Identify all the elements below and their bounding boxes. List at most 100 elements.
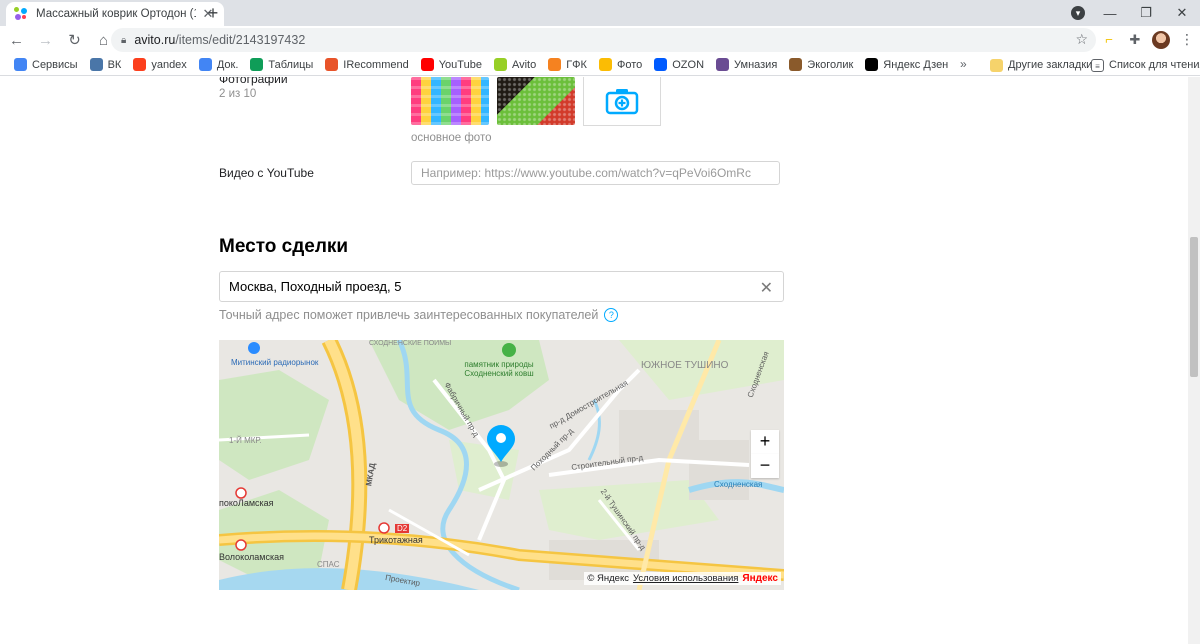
bookmark-label: IRecommend bbox=[343, 58, 409, 71]
youtube-url-placeholder: Например: https://www.youtube.com/watch?… bbox=[421, 166, 751, 180]
bookmark-label: yandex bbox=[151, 58, 187, 71]
tab-title: Массажный коврик Ортодон (1 bbox=[36, 8, 196, 20]
bookmark-label: ГФК bbox=[566, 58, 587, 71]
map-terms-link[interactable]: Условия использования bbox=[633, 573, 738, 584]
map-label-market: Митинский радиорынок bbox=[231, 358, 319, 367]
map-label-pokolamskaya: покоЛамская bbox=[219, 498, 274, 508]
browser-tab-active[interactable]: Массажный коврик Ортодон (1 ✕ bbox=[6, 2, 224, 26]
bookmark-label: Avito bbox=[511, 58, 537, 71]
map-label-spas: СПАС bbox=[317, 560, 340, 569]
address-hint-text: Точный адрес поможет привлечь заинтересо… bbox=[219, 308, 599, 322]
page-content: Фотографии 2 из 10 основное фото Видео с… bbox=[0, 77, 1200, 644]
photo-thumbnail-1[interactable] bbox=[411, 77, 489, 125]
bookmark-item[interactable]: ГФК bbox=[542, 58, 593, 71]
reading-list[interactable]: ≡ Список для чтения bbox=[1085, 54, 1200, 76]
minimize-icon[interactable]: — bbox=[1092, 6, 1128, 21]
maximize-icon[interactable]: ❐ bbox=[1128, 5, 1164, 21]
browser-toolbar: ← → ↻ ⌂ 🔒︎ avito.ru/items/edit/214319743… bbox=[0, 26, 1200, 54]
clear-address-icon[interactable]: ✕ bbox=[760, 278, 773, 298]
zoom-in-button[interactable]: + bbox=[751, 430, 779, 454]
page-scrollbar[interactable] bbox=[1188, 77, 1200, 644]
ozon-icon bbox=[654, 58, 668, 71]
umnazia-icon bbox=[716, 58, 730, 71]
add-photo-button[interactable] bbox=[583, 77, 661, 126]
map-label-mkr: 1-Й МКР. bbox=[229, 436, 262, 445]
bookmark-item[interactable]: Умназия bbox=[710, 58, 783, 71]
apps-grid-icon bbox=[14, 58, 27, 71]
bookmark-item[interactable]: Яндекс Дзен bbox=[859, 58, 954, 71]
map-label-trikotazhnaya: Трикотажная bbox=[369, 535, 423, 545]
window-controls: — ❐ ✕ bbox=[1092, 0, 1200, 26]
bookmarks-bar: Сервисы ВК yandex Док. Таблицы IRecommend YouT… bbox=[0, 54, 1200, 76]
bookmark-item[interactable]: YouTube bbox=[415, 58, 488, 71]
bookmark-item[interactable]: IRecommend bbox=[319, 58, 414, 71]
bookmark-label: ВК bbox=[107, 58, 122, 71]
bookmark-item[interactable]: Таблицы bbox=[244, 58, 319, 71]
back-icon[interactable]: ← bbox=[4, 28, 29, 53]
bookmark-star-icon[interactable]: ☆ bbox=[1075, 31, 1088, 48]
new-tab-button[interactable]: + bbox=[202, 2, 224, 24]
photos-label: Фотографии bbox=[219, 77, 288, 86]
bookmark-label: OZON bbox=[672, 58, 705, 71]
bookmark-item[interactable]: yandex bbox=[127, 58, 192, 71]
reload-icon[interactable]: ↻ bbox=[62, 28, 87, 53]
bookmark-label: Таблицы bbox=[268, 58, 314, 71]
location-map[interactable]: Митинский радиорынок памятник природы Сх… bbox=[219, 340, 784, 590]
close-window-icon[interactable]: ✕ bbox=[1164, 5, 1200, 21]
camera-plus-icon bbox=[605, 89, 639, 115]
sheets-icon bbox=[250, 58, 264, 71]
main-photo-caption: основное фото bbox=[411, 132, 492, 144]
youtube-url-input[interactable]: Например: https://www.youtube.com/watch?… bbox=[411, 161, 780, 185]
map-label-district: ЮЖНОЕ ТУШИНО bbox=[641, 360, 729, 371]
bookmark-item[interactable]: Экоголик bbox=[783, 58, 859, 71]
gfk-icon bbox=[548, 58, 562, 71]
yandex-icon bbox=[133, 58, 147, 71]
lock-icon: 🔒︎ bbox=[121, 34, 127, 46]
other-bookmarks[interactable]: Другие закладки bbox=[984, 54, 1098, 76]
profile-menu-icon[interactable]: ▾ bbox=[1071, 6, 1085, 20]
reading-list-icon: ≡ bbox=[1091, 58, 1104, 72]
bookmark-item[interactable]: Док. bbox=[193, 58, 245, 71]
map-label-floodplains: СХОДНЕНСКИЕ ПОЙМЫ bbox=[369, 340, 452, 347]
extensions-puzzle-icon[interactable]: ✚ bbox=[1126, 31, 1144, 49]
avatar[interactable] bbox=[1152, 31, 1170, 49]
bookmark-label: Умназия bbox=[734, 58, 778, 71]
ekogolik-icon bbox=[789, 58, 803, 71]
extension-yellow-icon[interactable]: ⌐ bbox=[1100, 31, 1118, 49]
bookmark-item[interactable]: Avito bbox=[488, 58, 542, 71]
address-hint: Точный адрес поможет привлечь заинтересо… bbox=[219, 308, 619, 322]
zoom-out-button[interactable]: − bbox=[751, 454, 779, 478]
bookmark-list: Сервисы ВК yandex Док. Таблицы IRecommend YouT… bbox=[0, 58, 954, 71]
deal-place-title: Место сделки bbox=[219, 236, 349, 257]
map-copyright: © Яндекс bbox=[587, 573, 629, 584]
address-value: Москва, Походный проезд, 5 bbox=[229, 279, 402, 294]
reading-list-label: Список для чтения bbox=[1109, 59, 1200, 71]
help-icon[interactable]: ? bbox=[604, 308, 619, 322]
zen-icon bbox=[865, 58, 879, 71]
photo-thumbnail-2[interactable] bbox=[497, 77, 575, 125]
irecommend-icon bbox=[325, 58, 339, 71]
bookmark-item[interactable]: ВК bbox=[84, 58, 128, 71]
bookmark-label: Экоголик bbox=[807, 58, 854, 71]
bookmark-item[interactable]: Сервисы bbox=[8, 58, 84, 71]
url-host: avito.ru bbox=[134, 33, 176, 47]
photos-count: 2 из 10 bbox=[219, 88, 257, 100]
folder-icon bbox=[990, 58, 1003, 72]
address-input[interactable]: Москва, Походный проезд, 5 ✕ bbox=[219, 271, 784, 302]
bookmark-item[interactable]: Фото bbox=[593, 58, 648, 71]
forward-icon[interactable]: → bbox=[33, 28, 58, 53]
photos-icon bbox=[598, 58, 612, 71]
video-label: Видео с YouTube bbox=[219, 166, 314, 180]
tab-strip: Массажный коврик Ортодон (1 ✕ + ▾ — ❐ ✕ bbox=[0, 0, 1200, 26]
map-label-skhodnenskaya-river: Сходненская bbox=[714, 480, 763, 489]
bookmarks-overflow-icon[interactable]: » bbox=[960, 57, 967, 71]
yandex-logo[interactable]: Яндекс bbox=[742, 573, 778, 584]
more-menu-icon[interactable]: ⋮ bbox=[1180, 31, 1194, 48]
bookmark-item[interactable]: OZON bbox=[648, 58, 710, 71]
scrollbar-thumb[interactable] bbox=[1190, 237, 1198, 377]
map-label-nature: памятник природы Сходненский ковш bbox=[464, 360, 534, 378]
bookmark-label: YouTube bbox=[438, 58, 482, 71]
address-bar[interactable]: 🔒︎ avito.ru/items/edit/2143197432 ☆ bbox=[111, 28, 1096, 52]
vk-icon bbox=[89, 58, 103, 71]
map-attribution: © Яндекс Условия использования Яндекс bbox=[584, 572, 781, 585]
